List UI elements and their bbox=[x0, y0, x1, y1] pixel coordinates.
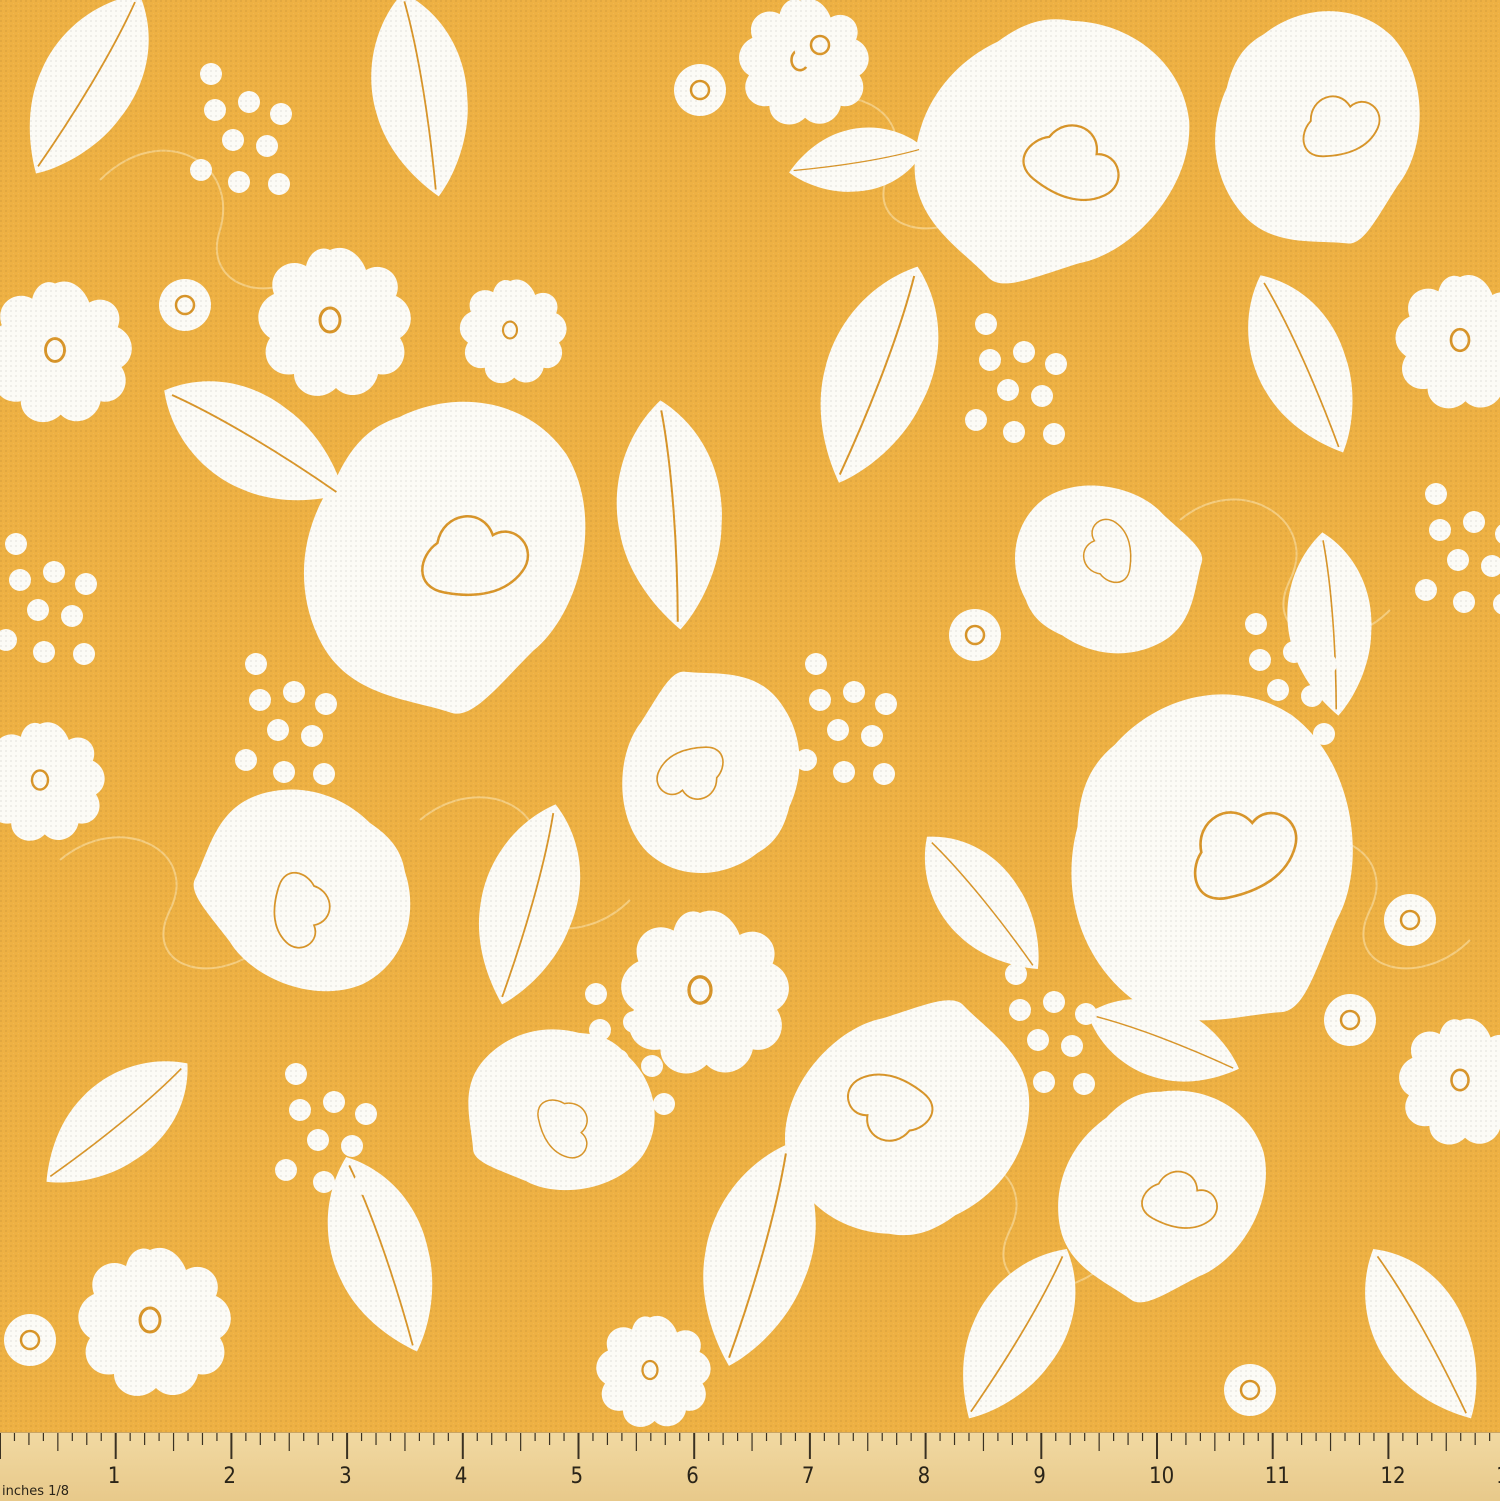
ruler-number: 1 bbox=[1496, 1464, 1500, 1489]
weave-texture bbox=[0, 0, 1500, 1432]
ruler-number: 9 bbox=[1033, 1464, 1046, 1489]
ruler-number: 10 bbox=[1149, 1464, 1174, 1489]
ruler-number: 1 bbox=[108, 1464, 121, 1489]
ruler-ticks: 1234567891011121inches 1/8 bbox=[0, 1433, 1500, 1499]
measuring-ruler: 1234567891011121inches 1/8 bbox=[0, 1432, 1500, 1501]
ruler-number: 2 bbox=[223, 1464, 236, 1489]
ruler-unit-label: inches 1/8 bbox=[2, 1484, 69, 1499]
ruler-number: 12 bbox=[1380, 1464, 1405, 1489]
ruler-number: 7 bbox=[802, 1464, 815, 1489]
fabric-swatch bbox=[0, 0, 1500, 1432]
ruler-number: 3 bbox=[339, 1464, 352, 1489]
ruler-number: 4 bbox=[455, 1464, 468, 1489]
ruler-number: 6 bbox=[686, 1464, 699, 1489]
ruler-number: 5 bbox=[571, 1464, 584, 1489]
ruler-number: 11 bbox=[1265, 1464, 1290, 1489]
ruler-number: 8 bbox=[918, 1464, 931, 1489]
